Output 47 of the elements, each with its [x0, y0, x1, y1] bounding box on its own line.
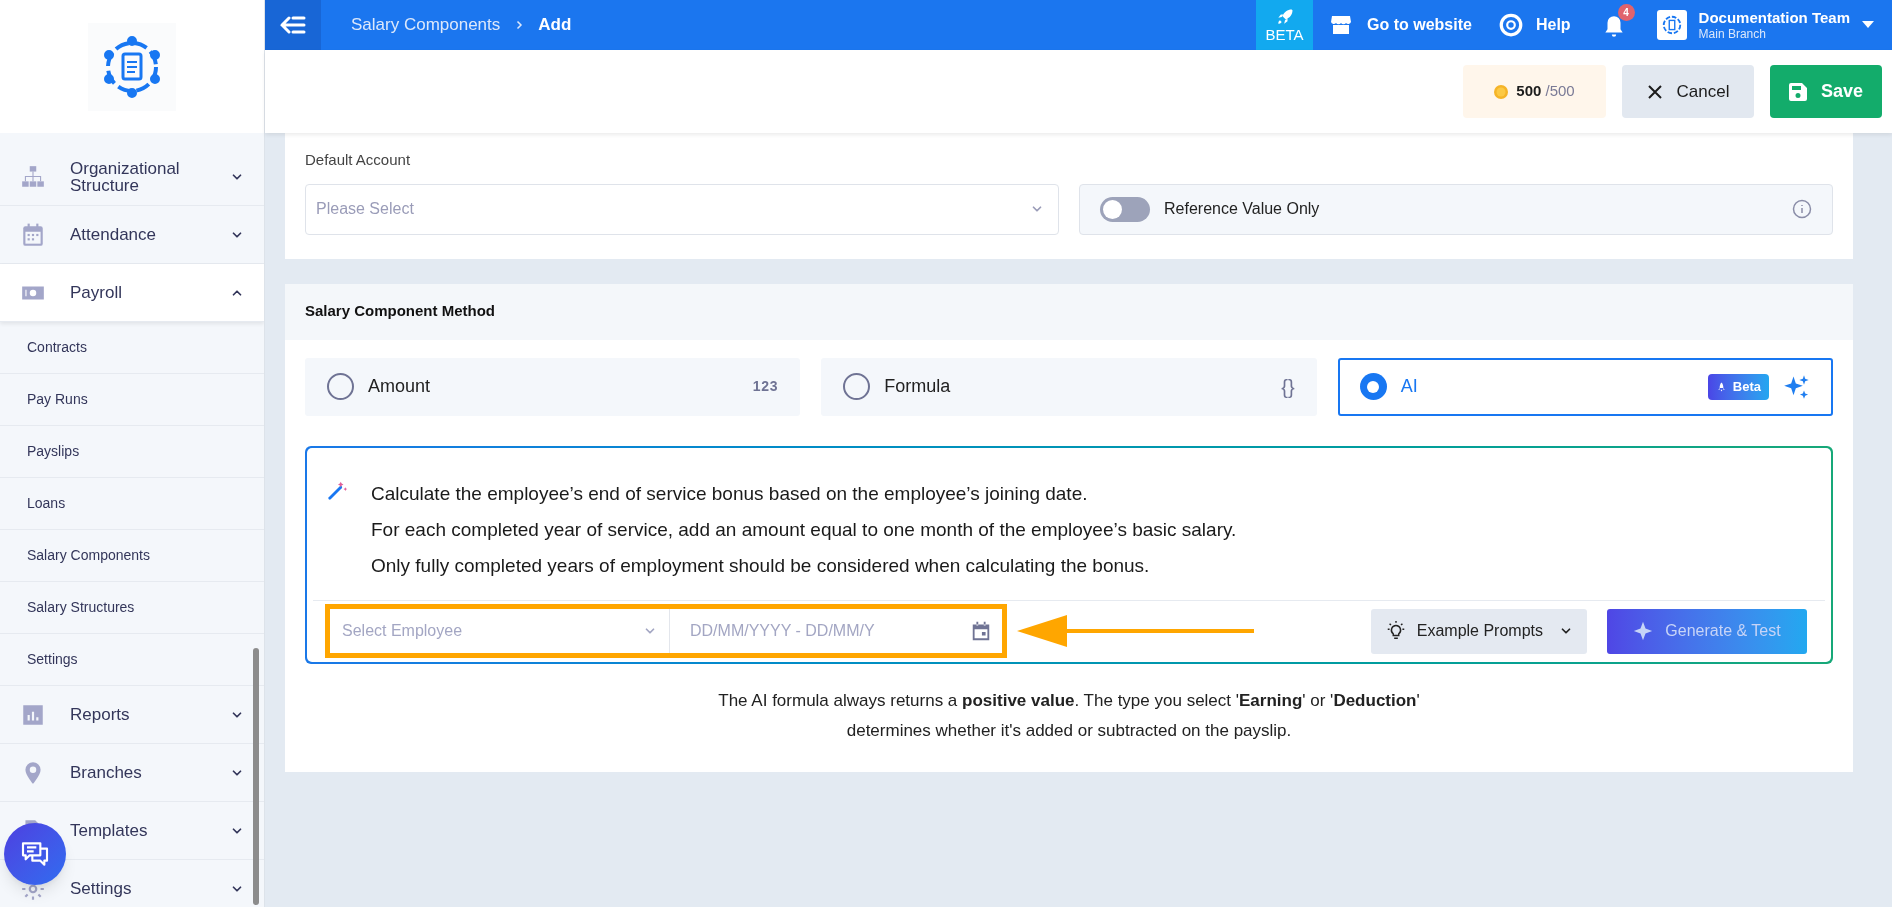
close-icon [1646, 83, 1663, 100]
breadcrumb-link[interactable]: Salary Components [351, 12, 501, 38]
section-title: Salary Component Method [305, 301, 495, 322]
method-option[interactable]: Amount 123 [305, 357, 801, 416]
submenu-item[interactable]: Contracts [0, 322, 264, 374]
submenu-item[interactable]: Payslips [0, 426, 264, 478]
field-label: Default Account [305, 150, 412, 170]
prompt-text: Calculate the employee’s end of service bonus based on the employee’s joining date. [371, 481, 1089, 506]
collapse-icon [280, 15, 306, 35]
calendar-icon [970, 620, 992, 642]
submenu-item[interactable]: Pay Runs [0, 374, 264, 426]
branch-name: Main Branch [1698, 26, 1767, 42]
submenu-item[interactable]: Loans [0, 478, 264, 530]
user-name: Documentation Team [1698, 8, 1850, 27]
info-icon [1792, 199, 1812, 219]
user-avatar[interactable] [1656, 10, 1687, 40]
coin-icon [1494, 84, 1509, 99]
go-to-website-button[interactable]: Go to website [1328, 13, 1472, 37]
caret-icon [1862, 21, 1874, 29]
help-button[interactable]: Help [1497, 12, 1571, 38]
collapse-sidebar-button[interactable] [265, 0, 321, 50]
note-text: The AI formula always returns a positive value. The type you select 'Earning' or 'Deduction' determines whether it's added or subtracted on the payslip. [717, 689, 1421, 742]
radio-icon [327, 373, 354, 400]
breadcrumb-current: Add [538, 14, 572, 37]
option-hint: {} [1281, 374, 1295, 400]
calendar-icon [20, 221, 46, 248]
credits-counter: 500 /500 [1463, 65, 1606, 118]
method-option[interactable]: AI Beta [1337, 357, 1833, 416]
radio-icon [843, 373, 871, 400]
notification-badge: 4 [1617, 4, 1635, 21]
toggle-label: Reference Value Only [1164, 199, 1321, 219]
beta-badge: Beta [1707, 373, 1769, 400]
example-prompts-button[interactable]: Example Prompts [1370, 608, 1587, 654]
hierarchy-icon [20, 163, 46, 190]
cancel-button[interactable]: Cancel [1622, 65, 1754, 118]
radio-icon [1359, 373, 1387, 400]
scrollbar[interactable] [253, 648, 259, 905]
prompt-text: For each completed year of service, add an amount equal to one month of the employee’s basic salary. [371, 517, 1237, 542]
option-hint: 123 [752, 377, 779, 396]
sidebar-item[interactable]: Payroll [0, 264, 264, 322]
sparkle-icon [1633, 621, 1654, 641]
toggle-switch[interactable] [1100, 196, 1150, 222]
submenu-item[interactable]: Salary Structures [0, 582, 264, 634]
submenu-item[interactable]: Salary Components [0, 530, 264, 582]
method-option[interactable]: Formula {} [821, 357, 1317, 416]
store-icon [1328, 13, 1354, 37]
prompt-text: Only fully completed years of employment should be considered when calculating the bonus. [371, 553, 1151, 578]
